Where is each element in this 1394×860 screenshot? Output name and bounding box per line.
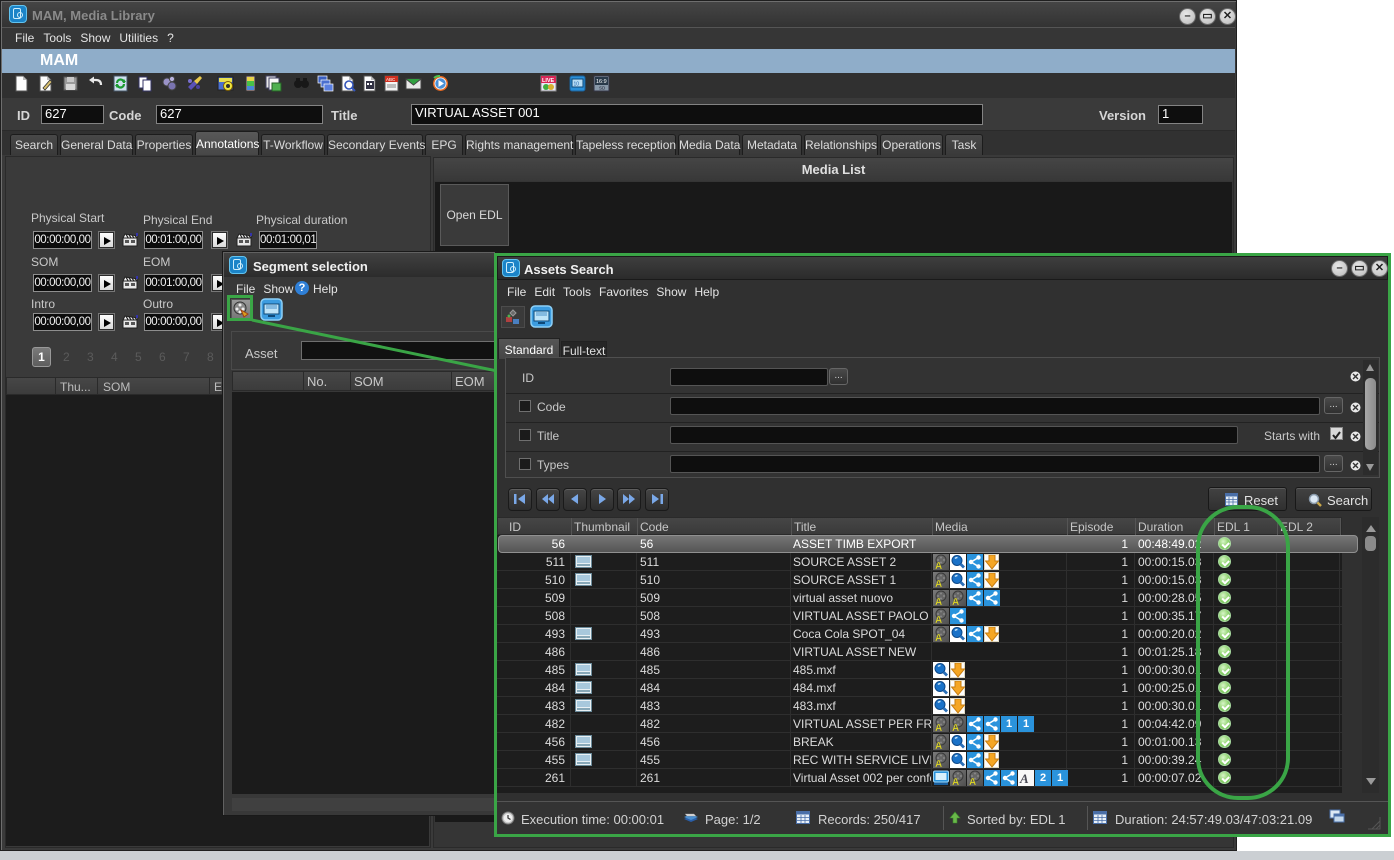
svg-text:A: A [935,615,942,624]
svg-text:A: A [935,561,942,570]
svg-text:SD: SD [599,86,606,91]
svg-text:LIVE: LIVE [542,78,555,84]
svg-text:16:9: 16:9 [596,79,607,85]
svg-text:A: A [935,579,942,588]
svg-text:A: A [969,777,976,786]
svg-text:10: 10 [574,82,580,88]
svg-text:A: A [952,597,959,606]
svg-text:A: A [1019,771,1029,786]
svg-text:A: A [935,597,942,606]
svg-text:A: A [935,723,942,732]
svg-text:A: A [952,723,959,732]
svg-text:A: A [935,741,942,750]
svg-text:A: A [952,777,959,786]
svg-text:ABC: ABC [386,77,396,82]
svg-text:A: A [935,759,942,768]
svg-text:A: A [935,633,942,642]
